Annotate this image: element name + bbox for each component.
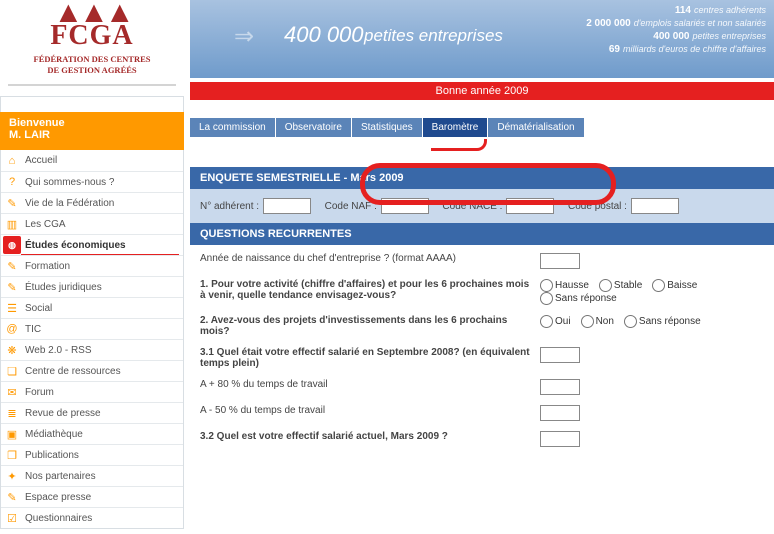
q2-label: 2. Avez-vous des projets d'investissemen…: [200, 315, 540, 337]
section-header-questions: QUESTIONS RECURRENTES: [190, 223, 774, 245]
q31-label: 3.1 Quel était votre effectif salarié en…: [200, 347, 540, 369]
nav-icon: ⌂: [3, 152, 21, 170]
sidebar-item-0[interactable]: ⌂ Accueil: [1, 150, 183, 171]
adherent-input[interactable]: [263, 198, 311, 214]
sidebar-item-4[interactable]: ◍ Études économiques: [1, 234, 183, 255]
q32-input[interactable]: [540, 431, 580, 447]
annotation-underline: [431, 139, 487, 151]
nav-icon: ❐: [3, 446, 21, 464]
nav-icon: ☰: [3, 299, 21, 317]
sidebar-item-6[interactable]: ✎ Études juridiques: [1, 276, 183, 297]
nav-label: Forum: [25, 387, 54, 398]
annotation-circle: [360, 163, 616, 205]
q1-option[interactable]: Baisse: [652, 279, 697, 292]
q-birth-label: Année de naissance du chef d'entreprise …: [200, 253, 540, 269]
nav-icon: ◍: [3, 236, 21, 254]
nav-label: Les CGA: [25, 219, 66, 230]
q2-option[interactable]: Sans réponse: [624, 315, 701, 328]
nav-label: Études économiques: [25, 240, 126, 251]
q1-label: 1. Pour votre activité (chiffre d'affair…: [200, 279, 540, 305]
nav-icon: ❋: [3, 341, 21, 359]
sidebar-item-12[interactable]: ≣ Revue de presse: [1, 402, 183, 423]
q31a-input[interactable]: [540, 379, 580, 395]
nav-icon: ☑: [3, 509, 21, 527]
nav-icon: ▣: [3, 425, 21, 443]
nav-label: Espace presse: [25, 492, 91, 503]
arrow-icon: ⇒: [234, 22, 254, 51]
q2-option[interactable]: Oui: [540, 315, 571, 328]
tab-bar: La commissionObservatoireStatistiquesBar…: [190, 118, 774, 137]
nav-icon: @: [3, 320, 21, 338]
sidebar-item-7[interactable]: ☰ Social: [1, 297, 183, 318]
sidebar-item-16[interactable]: ✎ Espace presse: [1, 486, 183, 507]
q31b-input[interactable]: [540, 405, 580, 421]
nav-label: Études juridiques: [25, 282, 102, 293]
nav-label: Qui sommes-nous ?: [25, 177, 114, 188]
welcome-box: BienvenueM. LAIR: [0, 112, 184, 150]
nav-label: Vie de la Fédération: [25, 198, 114, 209]
section-header-enquete: ENQUETE SEMESTRIELLE - Mars 2009: [190, 167, 774, 189]
nav-label: Revue de presse: [25, 408, 101, 419]
postal-input[interactable]: [631, 198, 679, 214]
nav-label: Publications: [25, 450, 79, 461]
sidebar-item-14[interactable]: ❐ Publications: [1, 444, 183, 465]
q2-option[interactable]: Non: [581, 315, 614, 328]
nav-icon: ✦: [3, 467, 21, 485]
sidebar-item-8[interactable]: @ TIC: [1, 318, 183, 339]
sidebar-item-11[interactable]: ✉ Forum: [1, 381, 183, 402]
q31b-label: A - 50 % du temps de travail: [200, 405, 540, 421]
nav-icon: ❏: [3, 362, 21, 380]
nav-icon: ✉: [3, 383, 21, 401]
nav-icon: ▥: [3, 215, 21, 233]
q31-input[interactable]: [540, 347, 580, 363]
tab-1[interactable]: Observatoire: [276, 118, 352, 137]
nav-icon: ✎: [3, 278, 21, 296]
tab-4[interactable]: Dématérialisation: [488, 118, 584, 137]
q1-option[interactable]: Sans réponse: [540, 292, 617, 305]
nav-label: Social: [25, 303, 52, 314]
sidebar-item-15[interactable]: ✦ Nos partenaires: [1, 465, 183, 486]
nav-label: Questionnaires: [25, 513, 92, 524]
sidebar-item-1[interactable]: ? Qui sommes-nous ?: [1, 171, 183, 192]
sidebar-item-9[interactable]: ❋ Web 2.0 - RSS: [1, 339, 183, 360]
q1-option[interactable]: Stable: [599, 279, 642, 292]
q1-option[interactable]: Hausse: [540, 279, 589, 292]
tab-3[interactable]: Baromètre: [423, 118, 489, 137]
nav-label: Médiathèque: [25, 429, 83, 440]
sidebar-item-17[interactable]: ☑ Questionnaires: [1, 507, 183, 528]
nav-icon: ?: [3, 173, 21, 191]
nav-icon: ✎: [3, 257, 21, 275]
q-birth-input[interactable]: [540, 253, 580, 269]
announcement-bar: Bonne année 2009: [190, 82, 774, 100]
sidebar-item-3[interactable]: ▥ Les CGA: [1, 213, 183, 234]
q32-label: 3.2 Quel est votre effectif salarié actu…: [200, 431, 540, 447]
nav-icon: ✎: [3, 194, 21, 212]
sidebar-item-2[interactable]: ✎ Vie de la Fédération: [1, 192, 183, 213]
nav-label: Accueil: [25, 155, 57, 166]
adherent-label: N° adhérent :: [200, 201, 259, 212]
banner: ⇒ 400 000 petites entreprises 114centres…: [190, 0, 774, 78]
sidebar-item-5[interactable]: ✎ Formation: [1, 255, 183, 276]
nav-icon: ✎: [3, 488, 21, 506]
nav-label: Centre de ressources: [25, 366, 121, 377]
nav-label: Web 2.0 - RSS: [25, 345, 92, 356]
sidebar-item-13[interactable]: ▣ Médiathèque: [1, 423, 183, 444]
nav-label: Formation: [25, 261, 70, 272]
q31a-label: A + 80 % du temps de travail: [200, 379, 540, 395]
sidebar-nav: ⌂ Accueil? Qui sommes-nous ? ✎ Vie de la Féd…: [0, 150, 184, 529]
tab-2[interactable]: Statistiques: [352, 118, 423, 137]
tab-0[interactable]: La commission: [190, 118, 276, 137]
nav-icon: ≣: [3, 404, 21, 422]
logo: ▲▲▲ FCGA FÉDÉRATION DES CENTRESDE GESTIO…: [0, 0, 184, 96]
nav-label: Nos partenaires: [25, 471, 96, 482]
sidebar-item-10[interactable]: ❏ Centre de ressources: [1, 360, 183, 381]
nav-label: TIC: [25, 324, 41, 335]
